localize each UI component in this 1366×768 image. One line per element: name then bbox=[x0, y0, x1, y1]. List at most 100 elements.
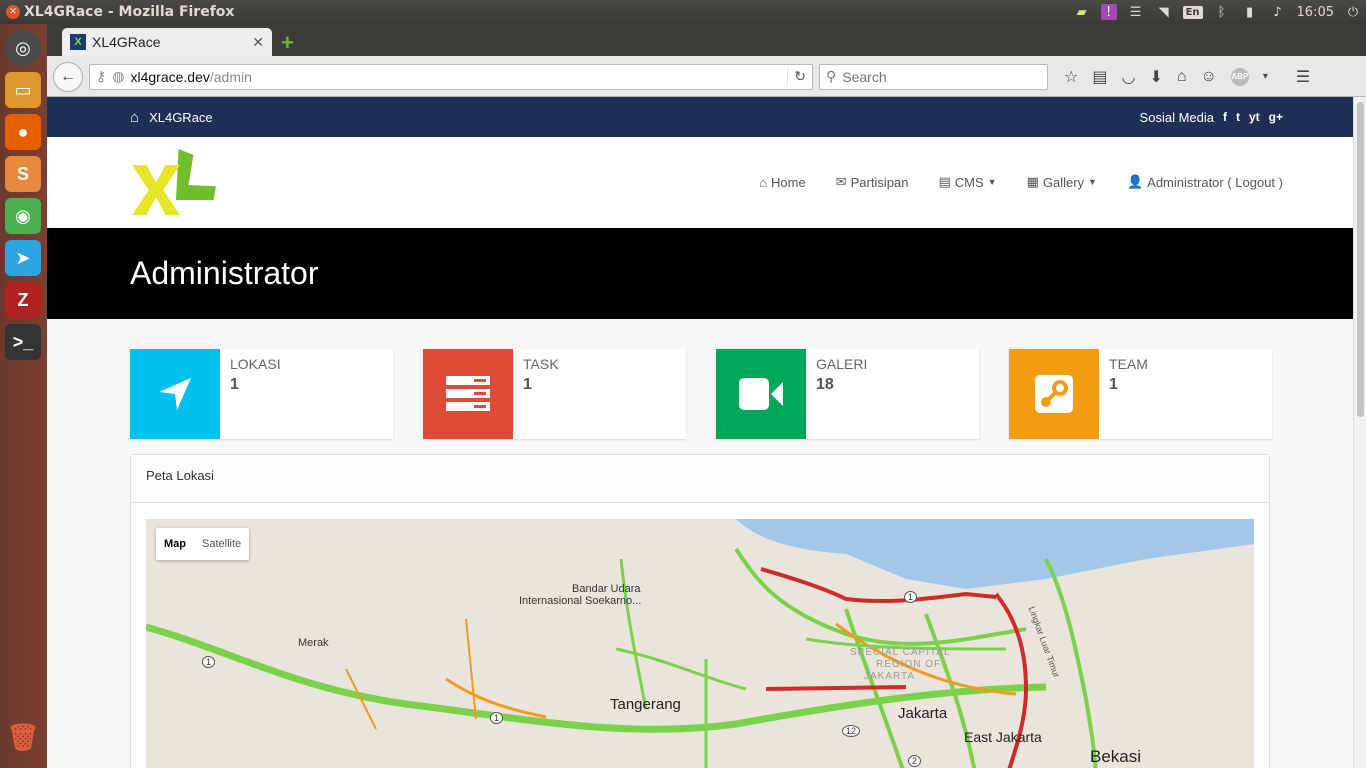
stat-label: TASK bbox=[523, 356, 559, 372]
stat-card-lokasi[interactable]: LOKASI 1 bbox=[130, 349, 393, 439]
home-icon: ⌂ bbox=[130, 108, 140, 126]
social-links: Sosial Media f t yt g+ bbox=[1140, 110, 1283, 125]
map-type-map-button[interactable]: Map bbox=[156, 528, 194, 560]
road-shield-1b: 1 bbox=[490, 712, 504, 724]
nav-cms[interactable]: ▤ CMS ▼ bbox=[938, 174, 996, 190]
clock[interactable]: 16:05 bbox=[1297, 5, 1334, 20]
google-plus-icon[interactable]: g+ bbox=[1269, 110, 1283, 124]
alert-icon[interactable]: ! bbox=[1100, 4, 1117, 20]
page-scrollbar[interactable] bbox=[1353, 97, 1366, 768]
trash-icon[interactable]: 🗑 bbox=[5, 719, 41, 755]
stat-label: TEAM bbox=[1109, 356, 1148, 372]
map-label-tangerang: Tangerang bbox=[610, 696, 681, 713]
power-icon[interactable]: ⏻ bbox=[1344, 3, 1362, 21]
road-shield-12: 12 bbox=[842, 725, 861, 737]
location-arrow-icon bbox=[130, 349, 220, 439]
map-label-airport: Bandar Udara bbox=[572, 583, 641, 595]
map-type-satellite-button[interactable]: Satellite bbox=[194, 528, 249, 560]
nav-account-logout[interactable]: 👤 Administrator ( Logout ) bbox=[1127, 174, 1283, 190]
files-icon[interactable]: ▭ bbox=[5, 72, 41, 108]
close-tab-icon[interactable]: ✕ bbox=[252, 34, 264, 51]
facebook-icon[interactable]: f bbox=[1223, 110, 1227, 124]
caret-down-icon: ▼ bbox=[987, 177, 997, 187]
user-icon: 👤 bbox=[1126, 174, 1144, 189]
search-icon: ⚲ bbox=[826, 68, 837, 84]
dropdown-chevron-icon[interactable]: ▾ bbox=[1263, 71, 1268, 82]
road-shield-2: 2 bbox=[908, 755, 922, 767]
steam-icon bbox=[1009, 349, 1099, 439]
globe-icon: ◍ bbox=[112, 68, 125, 84]
map-label-jakarta: Jakarta bbox=[898, 705, 948, 722]
page-viewport: ⌂ XL4GRace Sosial Media f t yt g+ ⌂ Home … bbox=[47, 97, 1366, 768]
home-icon: ⌂ bbox=[759, 174, 768, 190]
stat-value: 1 bbox=[523, 376, 532, 393]
stat-card-galeri[interactable]: GALERI 18 bbox=[716, 349, 979, 439]
list-icon: ▤ bbox=[938, 174, 951, 189]
chrome-icon[interactable]: ◉ bbox=[5, 198, 41, 234]
battery-icon[interactable]: ▮ bbox=[1241, 3, 1259, 21]
window-title-text: XL4GRace - Mozilla Firefox bbox=[24, 4, 235, 20]
site-brand[interactable]: ⌂ XL4GRace bbox=[130, 109, 213, 126]
volume-icon[interactable]: ♪ bbox=[1269, 3, 1287, 21]
window-title: ✕ XL4GRace - Mozilla Firefox bbox=[0, 4, 234, 20]
site-favicon-icon: X bbox=[70, 34, 86, 50]
system-tray: ▰ ! ☰ ◥ En ᛒ ▮ ♪ 16:05 ⏻ bbox=[1073, 0, 1362, 24]
stat-label: GALERI bbox=[816, 356, 868, 372]
social-label: Sosial Media bbox=[1139, 109, 1214, 125]
wifi-icon[interactable]: ◥ bbox=[1155, 3, 1173, 21]
reload-icon[interactable]: ↻ bbox=[787, 68, 806, 85]
search-input[interactable] bbox=[842, 68, 1033, 85]
twitter-icon[interactable]: t bbox=[1236, 110, 1240, 124]
url-bar[interactable]: ⚷ ◍ xl4grace.dev/admin ↻ bbox=[89, 63, 813, 90]
chat-icon[interactable]: ☺ bbox=[1201, 68, 1217, 86]
telegram-icon[interactable]: ➤ bbox=[5, 240, 41, 276]
url-host: xl4grace.dev bbox=[130, 68, 210, 85]
back-button[interactable]: ← bbox=[53, 61, 83, 92]
browser-chrome: X XL4GRace ✕ + ← ⚷ ◍ xl4grace.dev/admin … bbox=[47, 24, 1366, 97]
brand-text: XL4GRace bbox=[149, 109, 213, 125]
stat-value: 18 bbox=[816, 376, 834, 393]
notes-icon[interactable]: ▰ bbox=[1073, 3, 1091, 21]
xl-logo[interactable] bbox=[130, 147, 218, 217]
video-camera-icon bbox=[716, 349, 806, 439]
stat-value: 1 bbox=[1109, 376, 1118, 393]
bookmark-star-icon[interactable]: ☆ bbox=[1064, 67, 1078, 87]
close-window-icon[interactable]: ✕ bbox=[6, 5, 20, 19]
map-label-merak: Merak bbox=[298, 637, 329, 649]
os-top-panel: ✕ XL4GRace - Mozilla Firefox ▰ ! ☰ ◥ En … bbox=[0, 0, 1366, 24]
terminal-icon[interactable]: >_ bbox=[5, 324, 41, 360]
keyboard-layout-indicator[interactable]: En bbox=[1182, 5, 1203, 19]
stat-card-task[interactable]: TASK 1 bbox=[423, 349, 686, 439]
caret-down-icon: ▼ bbox=[1088, 177, 1097, 187]
search-bar[interactable]: ⚲ bbox=[819, 63, 1048, 90]
stat-card-team[interactable]: TEAM 1 bbox=[1009, 349, 1272, 439]
adblock-icon[interactable]: ABP bbox=[1230, 67, 1249, 86]
stat-cards: LOKASI 1 TASK 1 GALERI 18 TEAM 1 bbox=[47, 319, 1366, 439]
ubuntu-dash-icon[interactable]: ◎ bbox=[5, 30, 41, 66]
menu-icon[interactable]: ☰ bbox=[1296, 67, 1310, 87]
home-icon[interactable]: ⌂ bbox=[1177, 68, 1187, 86]
google-map[interactable]: Map Satellite Bandar Udara Internasional… bbox=[146, 519, 1254, 768]
nav-home[interactable]: ⌂ Home bbox=[759, 175, 806, 190]
bluetooth-icon[interactable]: ᛒ bbox=[1213, 3, 1231, 21]
sublime-text-icon[interactable]: S bbox=[5, 156, 41, 192]
youtube-icon[interactable]: yt bbox=[1249, 110, 1260, 124]
firefox-icon[interactable]: ● bbox=[5, 114, 41, 150]
nav-gallery[interactable]: ▦ Gallery ▼ bbox=[1027, 174, 1097, 190]
mail-icon[interactable]: ☰ bbox=[1127, 3, 1145, 21]
map-label-region-1: SPECIAL CAPITAL bbox=[850, 647, 951, 658]
pocket-icon[interactable]: ◡ bbox=[1121, 67, 1135, 87]
nav-participants[interactable]: ✉ Partisipan bbox=[836, 174, 909, 190]
page-title: Administrator bbox=[47, 228, 1366, 319]
identity-icon[interactable]: ⚷ bbox=[96, 68, 106, 85]
server-icon bbox=[423, 349, 513, 439]
reading-list-icon[interactable]: ▤ bbox=[1092, 67, 1107, 87]
site-top-bar: ⌂ XL4GRace Sosial Media f t yt g+ bbox=[47, 97, 1366, 137]
new-tab-icon[interactable]: + bbox=[281, 30, 294, 56]
map-label-east-jakarta: East Jakarta bbox=[964, 729, 1042, 745]
map-type-control: Map Satellite bbox=[156, 528, 250, 560]
download-icon[interactable]: ⬇ bbox=[1149, 67, 1162, 87]
url-path: /admin bbox=[209, 68, 252, 85]
browser-tab[interactable]: X XL4GRace ✕ bbox=[62, 28, 272, 56]
filezilla-icon[interactable]: Z bbox=[5, 282, 41, 318]
